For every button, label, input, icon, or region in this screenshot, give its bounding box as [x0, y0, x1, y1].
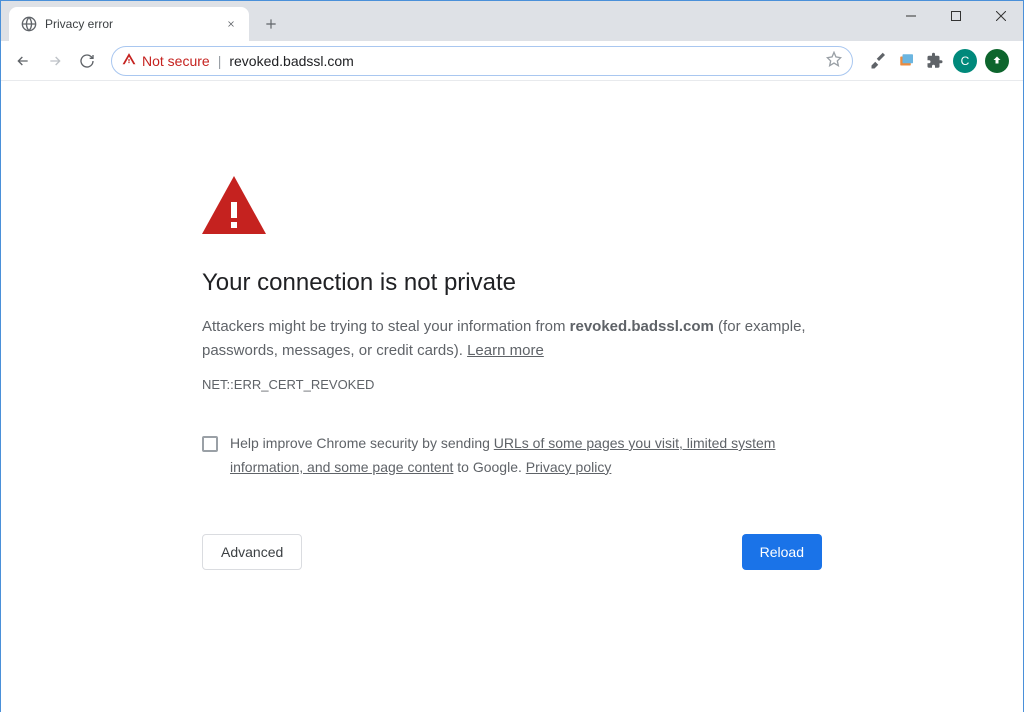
tab-title: Privacy error — [45, 17, 215, 31]
omnibox-separator: | — [218, 53, 222, 69]
page-content: Your connection is not private Attackers… — [1, 81, 1023, 713]
tab-strip: Privacy error — [1, 1, 1023, 41]
error-description: Attackers might be trying to steal your … — [202, 315, 822, 363]
advanced-button[interactable]: Advanced — [202, 534, 302, 570]
safe-browsing-opt-in: Help improve Chrome security by sending … — [202, 432, 822, 480]
large-warning-icon — [202, 176, 822, 239]
extension-area: C — [863, 49, 1015, 73]
browser-toolbar: Not secure | revoked.badssl.com C — [1, 41, 1023, 81]
browser-tab[interactable]: Privacy error — [9, 7, 249, 41]
security-indicator[interactable]: Not secure — [122, 52, 210, 69]
address-bar[interactable]: Not secure | revoked.badssl.com — [111, 46, 853, 76]
error-host: revoked.badssl.com — [570, 318, 714, 335]
new-tab-button[interactable] — [257, 10, 285, 38]
minimize-button[interactable] — [888, 1, 933, 31]
warning-icon — [122, 52, 136, 69]
reload-page-button[interactable]: Reload — [742, 534, 822, 570]
error-code: NET::ERR_CERT_REVOKED — [202, 377, 822, 392]
update-indicator-icon[interactable] — [985, 49, 1009, 73]
error-heading: Your connection is not private — [202, 269, 822, 297]
back-button[interactable] — [9, 47, 37, 75]
url-text: revoked.badssl.com — [229, 53, 354, 69]
globe-icon — [21, 16, 37, 32]
learn-more-link[interactable]: Learn more — [467, 342, 544, 359]
forward-button[interactable] — [41, 47, 69, 75]
opt-in-text: Help improve Chrome security by sending … — [230, 432, 822, 480]
extension-icon-brush[interactable] — [869, 51, 889, 71]
button-row: Advanced Reload — [202, 534, 822, 570]
close-tab-icon[interactable] — [223, 16, 239, 32]
privacy-policy-link[interactable]: Privacy policy — [526, 459, 612, 475]
extension-icon-pictures[interactable] — [897, 51, 917, 71]
reload-button[interactable] — [73, 47, 101, 75]
security-label: Not secure — [142, 53, 210, 69]
maximize-button[interactable] — [933, 1, 978, 31]
close-window-button[interactable] — [978, 1, 1023, 31]
bookmark-star-icon[interactable] — [826, 51, 842, 70]
profile-avatar[interactable]: C — [953, 49, 977, 73]
window-controls — [888, 1, 1023, 31]
extensions-puzzle-icon[interactable] — [925, 51, 945, 71]
opt-in-checkbox[interactable] — [202, 436, 218, 452]
ssl-error-interstitial: Your connection is not private Attackers… — [202, 176, 822, 713]
